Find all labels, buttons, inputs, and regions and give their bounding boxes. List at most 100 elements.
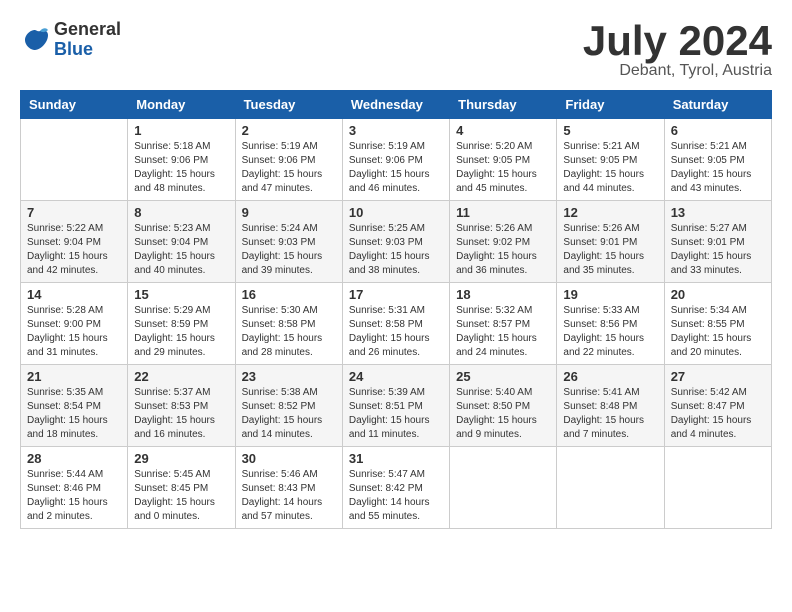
calendar-cell: 4 Sunrise: 5:20 AMSunset: 9:05 PMDaylight… bbox=[450, 119, 557, 201]
calendar-cell: 5 Sunrise: 5:21 AMSunset: 9:05 PMDaylight… bbox=[557, 119, 664, 201]
day-number: 17 bbox=[349, 287, 443, 302]
day-number: 18 bbox=[456, 287, 550, 302]
calendar-cell: 27 Sunrise: 5:42 AMSunset: 8:47 PMDayligh… bbox=[664, 365, 771, 447]
cell-info: Sunrise: 5:29 AMSunset: 8:59 PMDaylight:… bbox=[134, 304, 228, 360]
calendar-cell: 16 Sunrise: 5:30 AMSunset: 8:58 PMDayligh… bbox=[235, 283, 342, 365]
column-header-sunday: Sunday bbox=[21, 91, 128, 119]
cell-info: Sunrise: 5:26 AMSunset: 9:02 PMDaylight:… bbox=[456, 222, 550, 278]
day-number: 3 bbox=[349, 123, 443, 138]
day-number: 8 bbox=[134, 205, 228, 220]
calendar-cell bbox=[557, 447, 664, 529]
calendar-cell bbox=[21, 119, 128, 201]
calendar-cell: 19Sunrise: 5:33 AMSunset: 8:56 PMDayligh… bbox=[557, 283, 664, 365]
logo-blue: Blue bbox=[54, 40, 121, 60]
calendar-cell: 29 Sunrise: 5:45 AMSunset: 8:45 PMDayligh… bbox=[128, 447, 235, 529]
cell-info: Sunrise: 5:45 AMSunset: 8:45 PMDaylight:… bbox=[134, 468, 228, 524]
calendar-cell: 31 Sunrise: 5:47 AMSunset: 8:42 PMDayligh… bbox=[342, 447, 449, 529]
calendar-week-row: 21Sunrise: 5:35 AMSunset: 8:54 PMDayligh… bbox=[21, 365, 772, 447]
cell-info: Sunrise: 5:26 AMSunset: 9:01 PMDaylight:… bbox=[563, 222, 657, 278]
cell-info: Sunrise: 5:37 AMSunset: 8:53 PMDaylight:… bbox=[134, 386, 228, 442]
day-number: 20 bbox=[671, 287, 765, 302]
cell-info: Sunrise: 5:19 AMSunset: 9:06 PMDaylight:… bbox=[242, 140, 336, 196]
day-number: 6 bbox=[671, 123, 765, 138]
calendar-week-row: 28 Sunrise: 5:44 AMSunset: 8:46 PMDayligh… bbox=[21, 447, 772, 529]
day-number: 9 bbox=[242, 205, 336, 220]
calendar-cell: 30Sunrise: 5:46 AMSunset: 8:43 PMDayligh… bbox=[235, 447, 342, 529]
day-number: 22 bbox=[134, 369, 228, 384]
logo: General Blue bbox=[20, 20, 121, 60]
cell-info: Sunrise: 5:47 AMSunset: 8:42 PMDaylight:… bbox=[349, 468, 443, 524]
calendar-week-row: 7Sunrise: 5:22 AMSunset: 9:04 PMDaylight… bbox=[21, 201, 772, 283]
calendar-cell: 10Sunrise: 5:25 AMSunset: 9:03 PMDayligh… bbox=[342, 201, 449, 283]
cell-info: Sunrise: 5:39 AMSunset: 8:51 PMDaylight:… bbox=[349, 386, 443, 442]
calendar-cell: 14 Sunrise: 5:28 AMSunset: 9:00 PMDayligh… bbox=[21, 283, 128, 365]
calendar-title: July 2024 bbox=[583, 20, 772, 62]
day-number: 5 bbox=[563, 123, 657, 138]
cell-info: Sunrise: 5:22 AMSunset: 9:04 PMDaylight:… bbox=[27, 222, 121, 278]
day-number: 4 bbox=[456, 123, 550, 138]
cell-info: Sunrise: 5:38 AMSunset: 8:52 PMDaylight:… bbox=[242, 386, 336, 442]
calendar-header-row: SundayMondayTuesdayWednesdayThursdayFrid… bbox=[21, 91, 772, 119]
calendar-cell: 7Sunrise: 5:22 AMSunset: 9:04 PMDaylight… bbox=[21, 201, 128, 283]
cell-info: Sunrise: 5:19 AMSunset: 9:06 PMDaylight:… bbox=[349, 140, 443, 196]
cell-info: Sunrise: 5:41 AMSunset: 8:48 PMDaylight:… bbox=[563, 386, 657, 442]
column-header-monday: Monday bbox=[128, 91, 235, 119]
calendar-cell: 9 Sunrise: 5:24 AMSunset: 9:03 PMDaylight… bbox=[235, 201, 342, 283]
calendar-cell: 13Sunrise: 5:27 AMSunset: 9:01 PMDayligh… bbox=[664, 201, 771, 283]
cell-info: Sunrise: 5:42 AMSunset: 8:47 PMDaylight:… bbox=[671, 386, 765, 442]
logo-icon bbox=[20, 25, 50, 55]
calendar-cell: 26 Sunrise: 5:41 AMSunset: 8:48 PMDayligh… bbox=[557, 365, 664, 447]
calendar-table: SundayMondayTuesdayWednesdayThursdayFrid… bbox=[20, 90, 772, 529]
calendar-cell: 15 Sunrise: 5:29 AMSunset: 8:59 PMDayligh… bbox=[128, 283, 235, 365]
cell-info: Sunrise: 5:21 AMSunset: 9:05 PMDaylight:… bbox=[563, 140, 657, 196]
cell-info: Sunrise: 5:18 AMSunset: 9:06 PMDaylight:… bbox=[134, 140, 228, 196]
calendar-week-row: 1 Sunrise: 5:18 AMSunset: 9:06 PMDaylight… bbox=[21, 119, 772, 201]
day-number: 2 bbox=[242, 123, 336, 138]
day-number: 25 bbox=[456, 369, 550, 384]
calendar-cell: 3 Sunrise: 5:19 AMSunset: 9:06 PMDaylight… bbox=[342, 119, 449, 201]
calendar-cell: 21Sunrise: 5:35 AMSunset: 8:54 PMDayligh… bbox=[21, 365, 128, 447]
cell-info: Sunrise: 5:30 AMSunset: 8:58 PMDaylight:… bbox=[242, 304, 336, 360]
calendar-cell: 2 Sunrise: 5:19 AMSunset: 9:06 PMDaylight… bbox=[235, 119, 342, 201]
day-number: 10 bbox=[349, 205, 443, 220]
day-number: 11 bbox=[456, 205, 550, 220]
calendar-cell: 25 Sunrise: 5:40 AMSunset: 8:50 PMDayligh… bbox=[450, 365, 557, 447]
cell-info: Sunrise: 5:35 AMSunset: 8:54 PMDaylight:… bbox=[27, 386, 121, 442]
cell-info: Sunrise: 5:28 AMSunset: 9:00 PMDaylight:… bbox=[27, 304, 121, 360]
day-number: 24 bbox=[349, 369, 443, 384]
title-block: July 2024 Debant, Tyrol, Austria bbox=[583, 20, 772, 80]
calendar-cell: 12 Sunrise: 5:26 AMSunset: 9:01 PMDayligh… bbox=[557, 201, 664, 283]
day-number: 15 bbox=[134, 287, 228, 302]
cell-info: Sunrise: 5:32 AMSunset: 8:57 PMDaylight:… bbox=[456, 304, 550, 360]
calendar-cell bbox=[664, 447, 771, 529]
cell-info: Sunrise: 5:34 AMSunset: 8:55 PMDaylight:… bbox=[671, 304, 765, 360]
day-number: 28 bbox=[27, 451, 121, 466]
day-number: 14 bbox=[27, 287, 121, 302]
cell-info: Sunrise: 5:40 AMSunset: 8:50 PMDaylight:… bbox=[456, 386, 550, 442]
column-header-wednesday: Wednesday bbox=[342, 91, 449, 119]
logo-general: General bbox=[54, 20, 121, 40]
calendar-cell: 18 Sunrise: 5:32 AMSunset: 8:57 PMDayligh… bbox=[450, 283, 557, 365]
calendar-cell: 6 Sunrise: 5:21 AMSunset: 9:05 PMDaylight… bbox=[664, 119, 771, 201]
day-number: 30 bbox=[242, 451, 336, 466]
calendar-cell: 17Sunrise: 5:31 AMSunset: 8:58 PMDayligh… bbox=[342, 283, 449, 365]
column-header-friday: Friday bbox=[557, 91, 664, 119]
calendar-location: Debant, Tyrol, Austria bbox=[583, 62, 772, 80]
calendar-cell: 1 Sunrise: 5:18 AMSunset: 9:06 PMDaylight… bbox=[128, 119, 235, 201]
calendar-cell: 20 Sunrise: 5:34 AMSunset: 8:55 PMDayligh… bbox=[664, 283, 771, 365]
cell-info: Sunrise: 5:20 AMSunset: 9:05 PMDaylight:… bbox=[456, 140, 550, 196]
cell-info: Sunrise: 5:24 AMSunset: 9:03 PMDaylight:… bbox=[242, 222, 336, 278]
calendar-cell: 23Sunrise: 5:38 AMSunset: 8:52 PMDayligh… bbox=[235, 365, 342, 447]
day-number: 31 bbox=[349, 451, 443, 466]
column-header-tuesday: Tuesday bbox=[235, 91, 342, 119]
day-number: 12 bbox=[563, 205, 657, 220]
day-number: 19 bbox=[563, 287, 657, 302]
calendar-cell bbox=[450, 447, 557, 529]
day-number: 26 bbox=[563, 369, 657, 384]
cell-info: Sunrise: 5:44 AMSunset: 8:46 PMDaylight:… bbox=[27, 468, 121, 524]
day-number: 29 bbox=[134, 451, 228, 466]
day-number: 16 bbox=[242, 287, 336, 302]
day-number: 27 bbox=[671, 369, 765, 384]
day-number: 1 bbox=[134, 123, 228, 138]
cell-info: Sunrise: 5:21 AMSunset: 9:05 PMDaylight:… bbox=[671, 140, 765, 196]
